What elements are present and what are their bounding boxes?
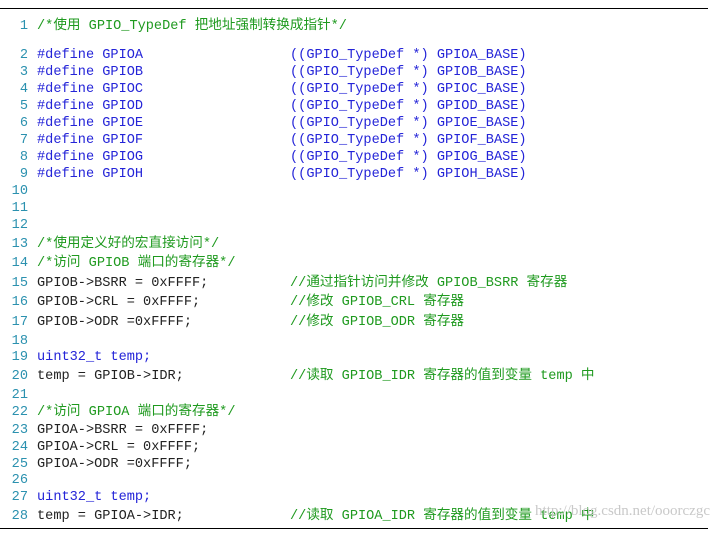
line-number: 11: [11, 201, 28, 216]
line-number: 24: [11, 440, 28, 455]
code-text: #define GPIOF: [37, 133, 144, 148]
code-text: /*使用 GPIO_TypeDef 把地址强制转换成指针*/: [37, 19, 347, 34]
line-number: 18: [11, 334, 28, 349]
line-number: 5: [19, 99, 28, 114]
code-comment-or-value: ((GPIO_TypeDef *) GPIOA_BASE): [290, 48, 527, 63]
code-comment-or-value: ((GPIO_TypeDef *) GPIOF_BASE): [290, 133, 527, 148]
code-text: GPIOB->BSRR = 0xFFFF;: [37, 276, 209, 291]
code-text: temp = GPIOB->IDR;: [37, 369, 184, 384]
line-number: 9: [19, 167, 28, 182]
code-text: #define GPIOH: [37, 167, 144, 182]
code-text: /*使用定义好的宏直接访问*/: [37, 237, 220, 252]
line-number: 16: [11, 295, 28, 310]
line-number: 8: [19, 150, 28, 165]
code-comment-or-value: ((GPIO_TypeDef *) GPIOH_BASE): [290, 167, 527, 182]
code-comment-or-value: //通过指针访问并修改 GPIOB_BSRR 寄存器: [290, 276, 568, 291]
line-number: 2: [19, 48, 28, 63]
code-text: temp = GPIOA->IDR;: [37, 509, 184, 524]
code-text: GPIOA->CRL = 0xFFFF;: [37, 440, 201, 455]
line-number: 13: [11, 237, 28, 252]
line-number: 22: [11, 405, 28, 420]
line-number: 20: [11, 369, 28, 384]
line-number: 21: [11, 388, 28, 403]
code-text: GPIOB->CRL = 0xFFFF;: [37, 295, 201, 310]
code-text: GPIOA->BSRR = 0xFFFF;: [37, 423, 209, 438]
code-text: #define GPIOB: [37, 65, 144, 80]
code-text: #define GPIOG: [37, 150, 144, 165]
line-number: 23: [11, 423, 28, 438]
line-number: 28: [11, 509, 28, 524]
code-comment-or-value: ((GPIO_TypeDef *) GPIOB_BASE): [290, 65, 527, 80]
code-comment-or-value: //修改 GPIOB_CRL 寄存器: [290, 295, 465, 310]
code-comment-or-value: ((GPIO_TypeDef *) GPIOC_BASE): [290, 82, 527, 97]
code-comment-or-value: //修改 GPIOB_ODR 寄存器: [290, 315, 465, 330]
line-number: 6: [19, 116, 28, 131]
line-number: 17: [11, 315, 28, 330]
line-number: 15: [11, 276, 28, 291]
code-text: /*访问 GPIOA 端口的寄存器*/: [37, 405, 236, 420]
watermark: http://blog.csdn.net/ooorczgc: [535, 503, 710, 519]
line-number: 1: [19, 19, 28, 34]
code-comment-or-value: //读取 GPIOB_IDR 寄存器的值到变量 temp 中: [290, 369, 595, 384]
code-text: #define GPIOE: [37, 116, 144, 131]
code-text: GPIOB->ODR =0xFFFF;: [37, 315, 192, 330]
line-number: 7: [19, 133, 28, 148]
code-text: uint32_t temp;: [37, 490, 152, 505]
code-text: #define GPIOC: [37, 82, 144, 97]
code-comment-or-value: ((GPIO_TypeDef *) GPIOE_BASE): [290, 116, 527, 131]
line-number: 27: [11, 490, 28, 505]
code-text: /*访问 GPIOB 端口的寄存器*/: [37, 256, 236, 271]
code-text: #define GPIOD: [37, 99, 144, 114]
line-number: 12: [11, 218, 28, 233]
line-number: 10: [11, 184, 28, 199]
line-number: 26: [11, 473, 28, 488]
line-number: 19: [11, 350, 28, 365]
line-number: 25: [11, 457, 28, 472]
line-number: 4: [19, 82, 28, 97]
code-text: uint32_t temp;: [37, 350, 152, 365]
code-comment-or-value: ((GPIO_TypeDef *) GPIOD_BASE): [290, 99, 527, 114]
code-text: GPIOA->ODR =0xFFFF;: [37, 457, 192, 472]
line-number: 3: [19, 65, 28, 80]
code-text: #define GPIOA: [37, 48, 144, 63]
code-comment-or-value: ((GPIO_TypeDef *) GPIOG_BASE): [290, 150, 527, 165]
line-number: 14: [11, 256, 28, 271]
